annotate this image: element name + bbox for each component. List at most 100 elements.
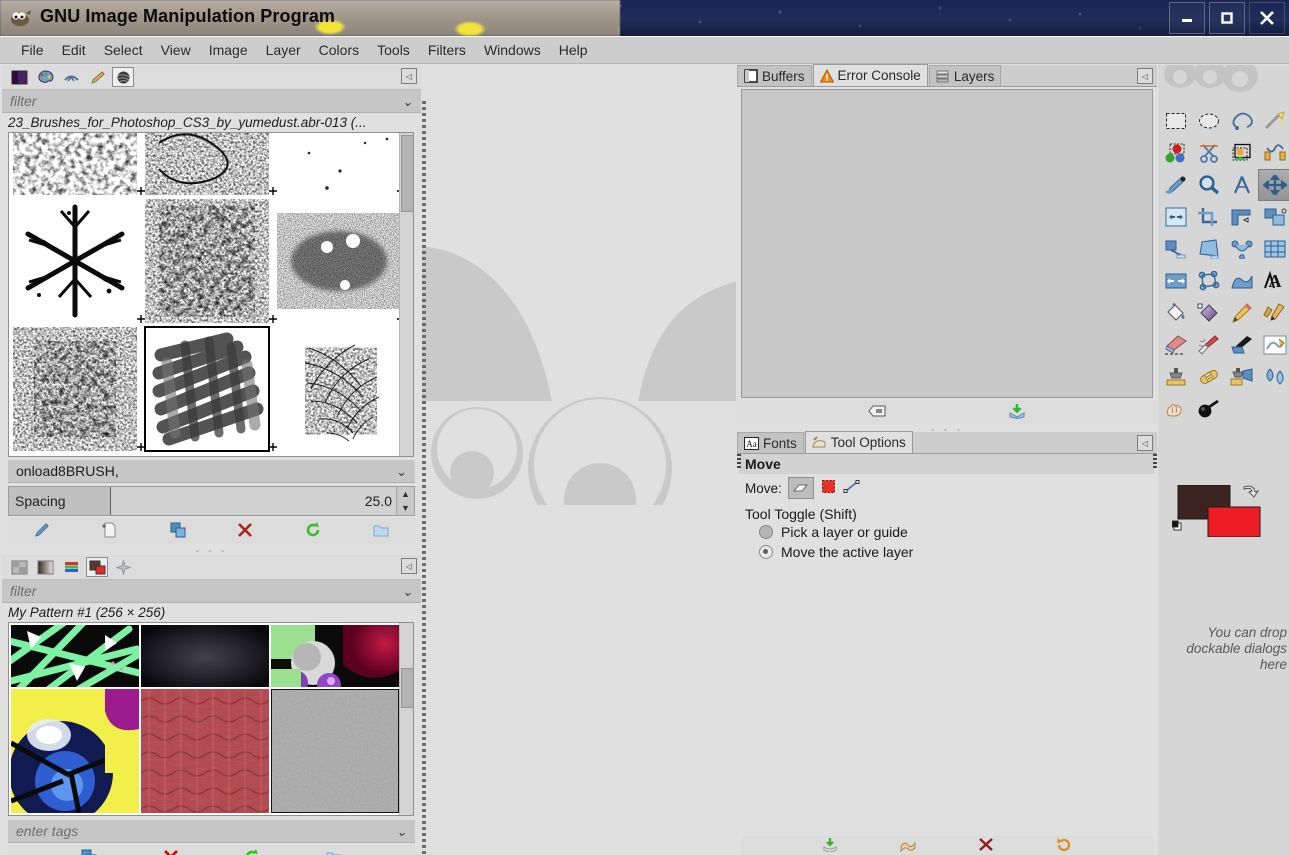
dock-resize-handle-left[interactable] [422, 101, 426, 855]
dodge-burn-tool[interactable] [1192, 393, 1225, 425]
spacing-value[interactable]: 25.0 [365, 493, 392, 509]
delete-pattern-button[interactable] [162, 848, 180, 855]
clear-console-button[interactable] [868, 403, 886, 422]
delete-tool-preset-button[interactable] [978, 837, 994, 855]
menu-edit[interactable]: Edit [53, 40, 95, 60]
shear-tool[interactable] [1159, 233, 1192, 265]
menu-colors[interactable]: Colors [310, 40, 368, 60]
ellipse-select-tool[interactable] [1192, 105, 1225, 137]
close-button[interactable] [1249, 2, 1285, 34]
delete-brush-button[interactable] [236, 521, 254, 542]
paintbrush-tool[interactable] [1258, 297, 1289, 329]
save-all-errors-button[interactable] [1008, 403, 1026, 422]
restore-tool-preset-button[interactable] [900, 837, 916, 855]
tool-options-left-handle[interactable] [737, 454, 741, 470]
color-picker-tool[interactable] [1159, 169, 1192, 201]
select-by-color-tool[interactable] [1159, 137, 1192, 169]
menu-windows[interactable]: Windows [475, 40, 550, 60]
pattern-tags-chevron-down-icon[interactable]: ⌄ [396, 824, 407, 840]
clone-tool[interactable] [1159, 361, 1192, 393]
pencil-tool[interactable] [1225, 297, 1258, 329]
tab-gradient[interactable] [34, 557, 56, 577]
tab-paintbrush[interactable] [86, 67, 108, 87]
text-tool[interactable]: A [1258, 265, 1289, 297]
cage-transform-tool[interactable] [1258, 233, 1289, 265]
tool-options-dock-menu-button[interactable]: ◁ [1137, 435, 1153, 451]
option-pick-layer-or-guide[interactable]: Pick a layer or guide [737, 522, 1157, 542]
alignment-tool[interactable] [1159, 201, 1192, 233]
airbrush-tool[interactable] [1192, 329, 1225, 361]
bucket-fill-tool[interactable] [1159, 297, 1192, 329]
brushes-scrollbar[interactable] [399, 133, 413, 456]
tab-palette[interactable] [60, 557, 82, 577]
tab-pattern[interactable] [8, 557, 30, 577]
spacing-stepper[interactable]: ▲ ▼ [396, 487, 414, 515]
paths-tool[interactable] [1258, 137, 1289, 169]
brushes-filter-bar[interactable]: filter ⌄ [2, 90, 421, 113]
move-tool[interactable] [1258, 169, 1289, 201]
foreground-select-tool[interactable] [1225, 137, 1258, 169]
eraser-tool[interactable] [1159, 329, 1192, 361]
refresh-brushes-button[interactable] [304, 521, 322, 542]
scale-tool[interactable] [1258, 201, 1289, 233]
spacing-stepper-up-icon[interactable]: ▲ [401, 489, 410, 499]
perspective-clone-tool[interactable] [1225, 361, 1258, 393]
heal-tool[interactable] [1192, 361, 1225, 393]
option-move-active-layer[interactable]: Move the active layer [737, 542, 1157, 562]
save-tool-preset-button[interactable] [822, 837, 838, 855]
brushes-grid[interactable] [8, 132, 414, 457]
maximize-button[interactable] [1209, 2, 1245, 34]
minimize-button[interactable] [1169, 2, 1205, 34]
menu-view[interactable]: View [152, 40, 200, 60]
tab-patterns[interactable] [86, 557, 108, 577]
tab-sparkle[interactable] [112, 557, 134, 577]
move-selection-mode-button[interactable] [820, 479, 837, 497]
flip-tool[interactable] [1225, 233, 1258, 265]
tab-error-console[interactable]: Error Console [812, 64, 928, 86]
perspective-tool[interactable] [1192, 233, 1225, 265]
option-pick-layer-radio[interactable] [759, 525, 773, 539]
free-select-tool[interactable] [1225, 105, 1258, 137]
tab-tool-options[interactable]: Tool Options [804, 431, 913, 453]
brushes-scrollbar-thumb[interactable] [401, 135, 413, 212]
tab-fonts[interactable] [60, 67, 82, 87]
reset-tool-options-button[interactable] [1056, 837, 1072, 855]
patterns-grid[interactable] [8, 622, 414, 816]
crop-tool[interactable] [1192, 201, 1225, 233]
scissors-select-tool[interactable] [1192, 137, 1225, 169]
zoom-tool[interactable] [1192, 169, 1225, 201]
menu-layer[interactable]: Layer [257, 40, 310, 60]
duplicate-pattern-button[interactable] [80, 848, 98, 855]
patterns-scrollbar[interactable] [399, 623, 413, 815]
mypaint-brush-tool[interactable] [1258, 329, 1289, 361]
tool-options-right-handle[interactable] [1153, 454, 1157, 470]
menu-filters[interactable]: Filters [419, 40, 475, 60]
menu-tools[interactable]: Tools [368, 40, 419, 60]
blur-sharpen-tool[interactable] [1258, 361, 1289, 393]
edit-brush-button[interactable] [33, 521, 51, 542]
tab-palettes[interactable] [34, 67, 56, 87]
tab-layers[interactable]: Layers [928, 65, 1002, 86]
duplicate-brush-button[interactable] [169, 521, 187, 542]
blend-tool[interactable] [1225, 265, 1258, 297]
menu-select[interactable]: Select [95, 40, 152, 60]
patterns-filter-chevron-down-icon[interactable]: ⌄ [402, 584, 413, 600]
tab-brushes[interactable] [112, 67, 134, 87]
patterns-filter-bar[interactable]: filter ⌄ [2, 580, 421, 603]
tab-fonts[interactable]: Aa Fonts [737, 432, 804, 453]
smudge-tool[interactable] [1159, 393, 1192, 425]
open-pattern-as-image-button[interactable] [325, 848, 343, 855]
rotate-tool[interactable] [1225, 201, 1258, 233]
tab-buffers[interactable]: Buffers [737, 65, 812, 86]
new-brush-button[interactable] [101, 521, 119, 542]
brush-tags-combo[interactable]: onload8BRUSH, ⌄ [8, 460, 415, 483]
gradient-tool[interactable] [1192, 297, 1225, 329]
spacing-slider[interactable]: Spacing 25.0 ▲ ▼ [8, 486, 415, 516]
error-console-output[interactable] [741, 89, 1153, 398]
patterns-scrollbar-thumb[interactable] [401, 668, 413, 708]
open-brush-as-image-button[interactable] [372, 521, 390, 542]
spacing-stepper-down-icon[interactable]: ▼ [401, 503, 410, 513]
move-layer-mode-button[interactable] [787, 477, 814, 499]
pattern-tags-combo[interactable]: enter tags ⌄ [8, 820, 415, 843]
fuzzy-select-tool[interactable] [1258, 105, 1289, 137]
